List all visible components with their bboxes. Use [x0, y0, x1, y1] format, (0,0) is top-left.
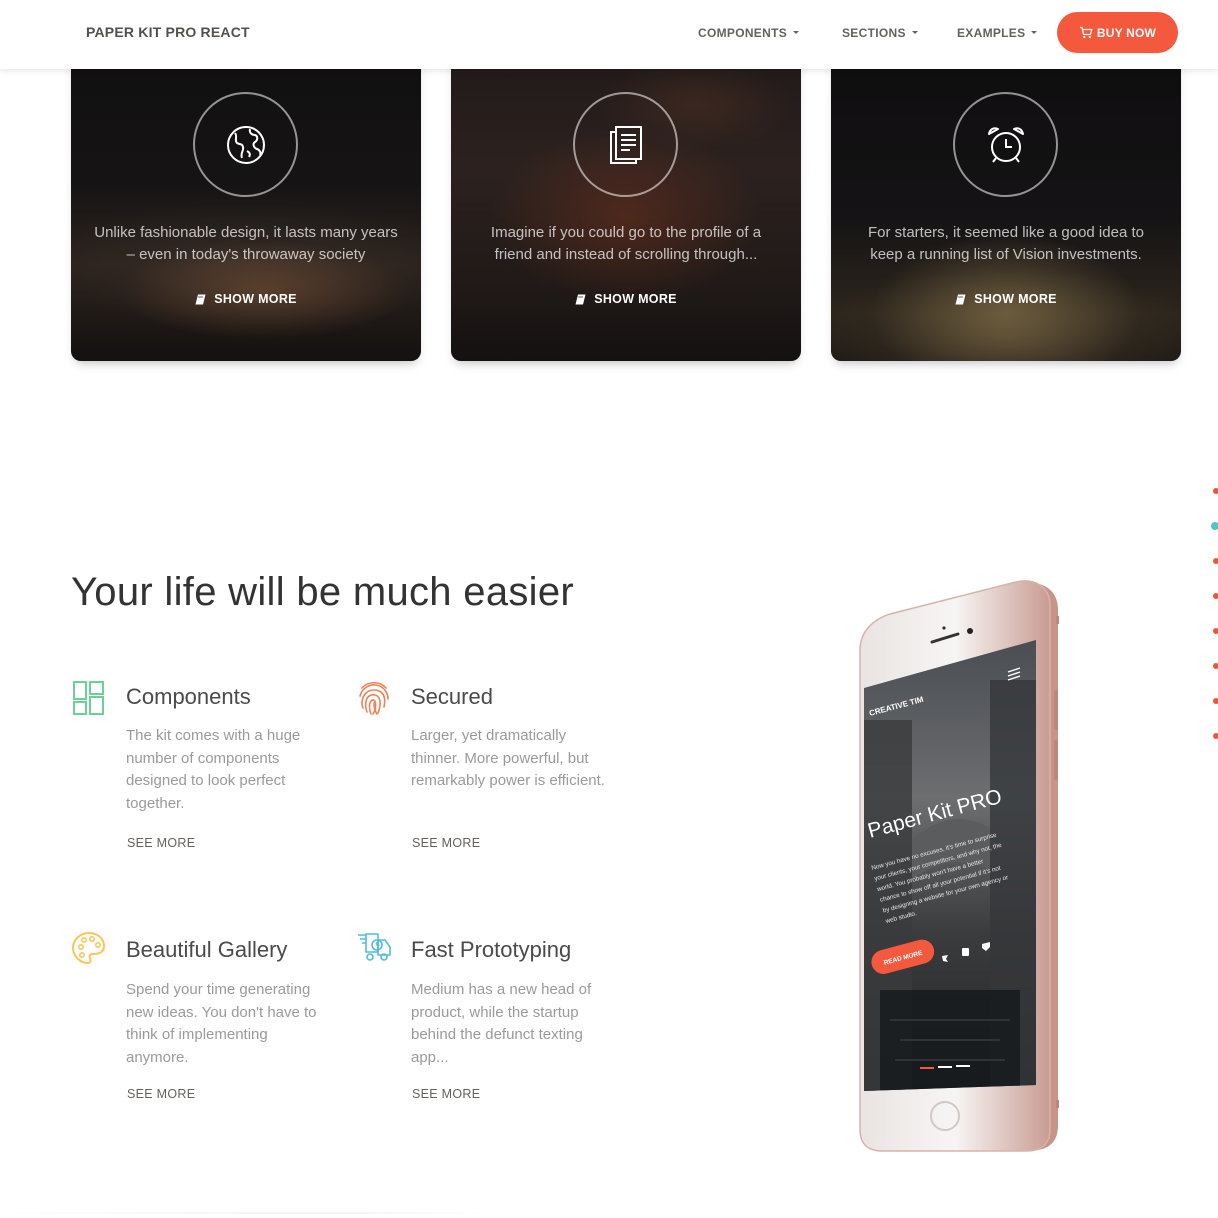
section-dot[interactable] [1213, 663, 1218, 669]
cart-icon [1079, 26, 1093, 39]
feature-title: Beautiful Gallery [126, 937, 288, 962]
iphone-illustration: CREATIVE TIM Paper Kit PRO Now you have … [859, 580, 1059, 1152]
delivery-truck-icon [358, 933, 391, 961]
show-more-link[interactable]: SHOW MORE [71, 292, 421, 306]
globe-icon [226, 125, 265, 164]
feature-description: Medium has a new head of product, while … [411, 981, 592, 1066]
card-description: For starters, it seemed like a good idea… [868, 224, 1144, 263]
section-dot[interactable] [1213, 593, 1218, 599]
see-more-link[interactable]: SEE MORE [127, 836, 195, 850]
paper-icon [609, 125, 642, 164]
section-dot[interactable] [1213, 558, 1218, 564]
show-more-label: SHOW MORE [594, 292, 677, 306]
card-description: Unlike fashionable design, it lasts many… [94, 224, 398, 263]
buy-now-label: BUY NOW [1096, 25, 1157, 40]
feature-card: Unlike fashionable design, it lasts many… [71, 40, 421, 361]
book-icon [955, 294, 966, 304]
caret-down-icon [793, 31, 800, 35]
fingerprint-icon [359, 681, 389, 715]
section-dot[interactable] [1213, 628, 1218, 634]
nav-examples-dropdown[interactable]: EXAMPLES [957, 26, 1038, 40]
palette-icon [71, 931, 106, 965]
card-description: Imagine if you could go to the profile o… [490, 224, 762, 263]
navbar: PAPER KIT PRO REACT COMPONENTS SECTIONS … [0, 0, 1218, 69]
caret-down-icon [1031, 31, 1038, 35]
nav-sections-dropdown[interactable]: SECTIONS [842, 26, 918, 40]
card-icon-ring [953, 92, 1058, 197]
see-more-link[interactable]: SEE MORE [412, 1087, 480, 1101]
feature-title: Secured [411, 684, 493, 709]
book-icon [195, 294, 206, 304]
book-icon [575, 294, 586, 304]
feature-description: The kit comes with a huge number of comp… [126, 727, 301, 812]
show-more-label: SHOW MORE [974, 292, 1057, 306]
nav-components-label: COMPONENTS [698, 26, 788, 40]
section-title: Your life will be much easier [71, 570, 575, 614]
feature-description: Spend your time generating new ideas. Yo… [126, 981, 317, 1066]
see-more-link[interactable]: SEE MORE [412, 836, 480, 850]
section-dot[interactable] [1213, 698, 1218, 704]
show-more-label: SHOW MORE [214, 292, 297, 306]
see-more-link[interactable]: SEE MORE [127, 1087, 195, 1101]
nav-examples-label: EXAMPLES [957, 26, 1026, 40]
caret-down-icon [911, 31, 918, 35]
brand-logo[interactable]: PAPER KIT PRO REACT [86, 24, 250, 40]
layout-grid-icon [73, 681, 104, 715]
show-more-link[interactable]: SHOW MORE [451, 292, 801, 306]
feature-card: Imagine if you could go to the profile o… [451, 40, 801, 361]
nav-components-dropdown[interactable]: COMPONENTS [698, 26, 800, 40]
nav-sections-label: SECTIONS [842, 26, 906, 40]
show-more-link[interactable]: SHOW MORE [831, 292, 1181, 306]
section-dot[interactable] [1213, 488, 1218, 494]
feature-card: For starters, it seemed like a good idea… [831, 40, 1181, 361]
section-dot[interactable] [1213, 733, 1218, 739]
section-divider [0, 1212, 1218, 1214]
phone-mockup: CREATIVE TIM Paper Kit PRO Now you have … [820, 570, 1090, 1160]
card-icon-ring [193, 92, 298, 197]
buy-now-button[interactable]: BUY NOW [1057, 12, 1178, 53]
feature-title: Fast Prototyping [411, 937, 572, 962]
card-icon-ring [573, 92, 678, 197]
section-dot-active[interactable] [1211, 522, 1218, 530]
feature-title: Components [126, 684, 251, 709]
feature-description: Larger, yet dramatically thinner. More p… [411, 727, 605, 789]
alarm-clock-icon [987, 126, 1024, 163]
